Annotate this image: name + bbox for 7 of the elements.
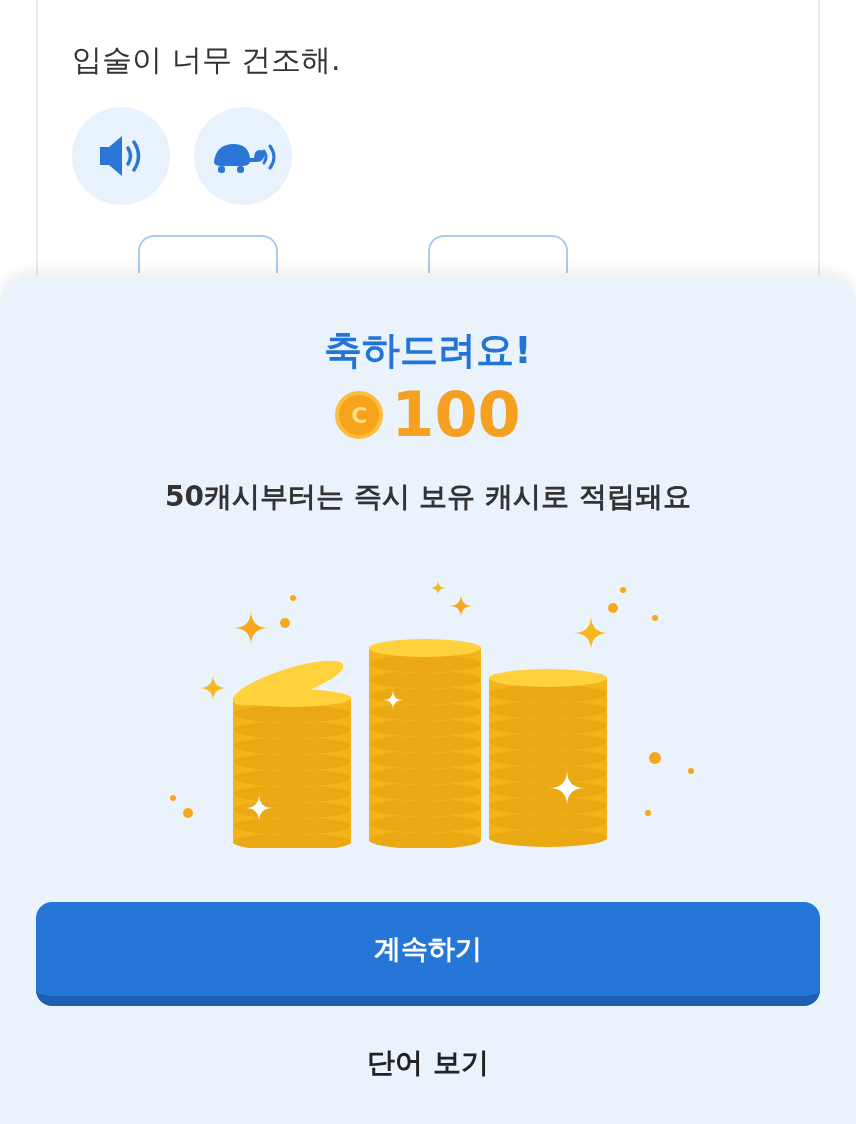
reward-amount: 100	[391, 384, 521, 446]
congratulations-title: 축하드려요!	[324, 327, 532, 374]
sentence-text: 입술이 너무 건조해.	[72, 41, 342, 79]
continue-button[interactable]: 계속하기	[36, 902, 820, 1006]
reward-message: 50캐시부터는 즉시 보유 캐시로 적립돼요	[165, 479, 691, 515]
view-words-link[interactable]: 단어 보기	[367, 1044, 489, 1082]
coin-icon: C	[335, 391, 384, 439]
